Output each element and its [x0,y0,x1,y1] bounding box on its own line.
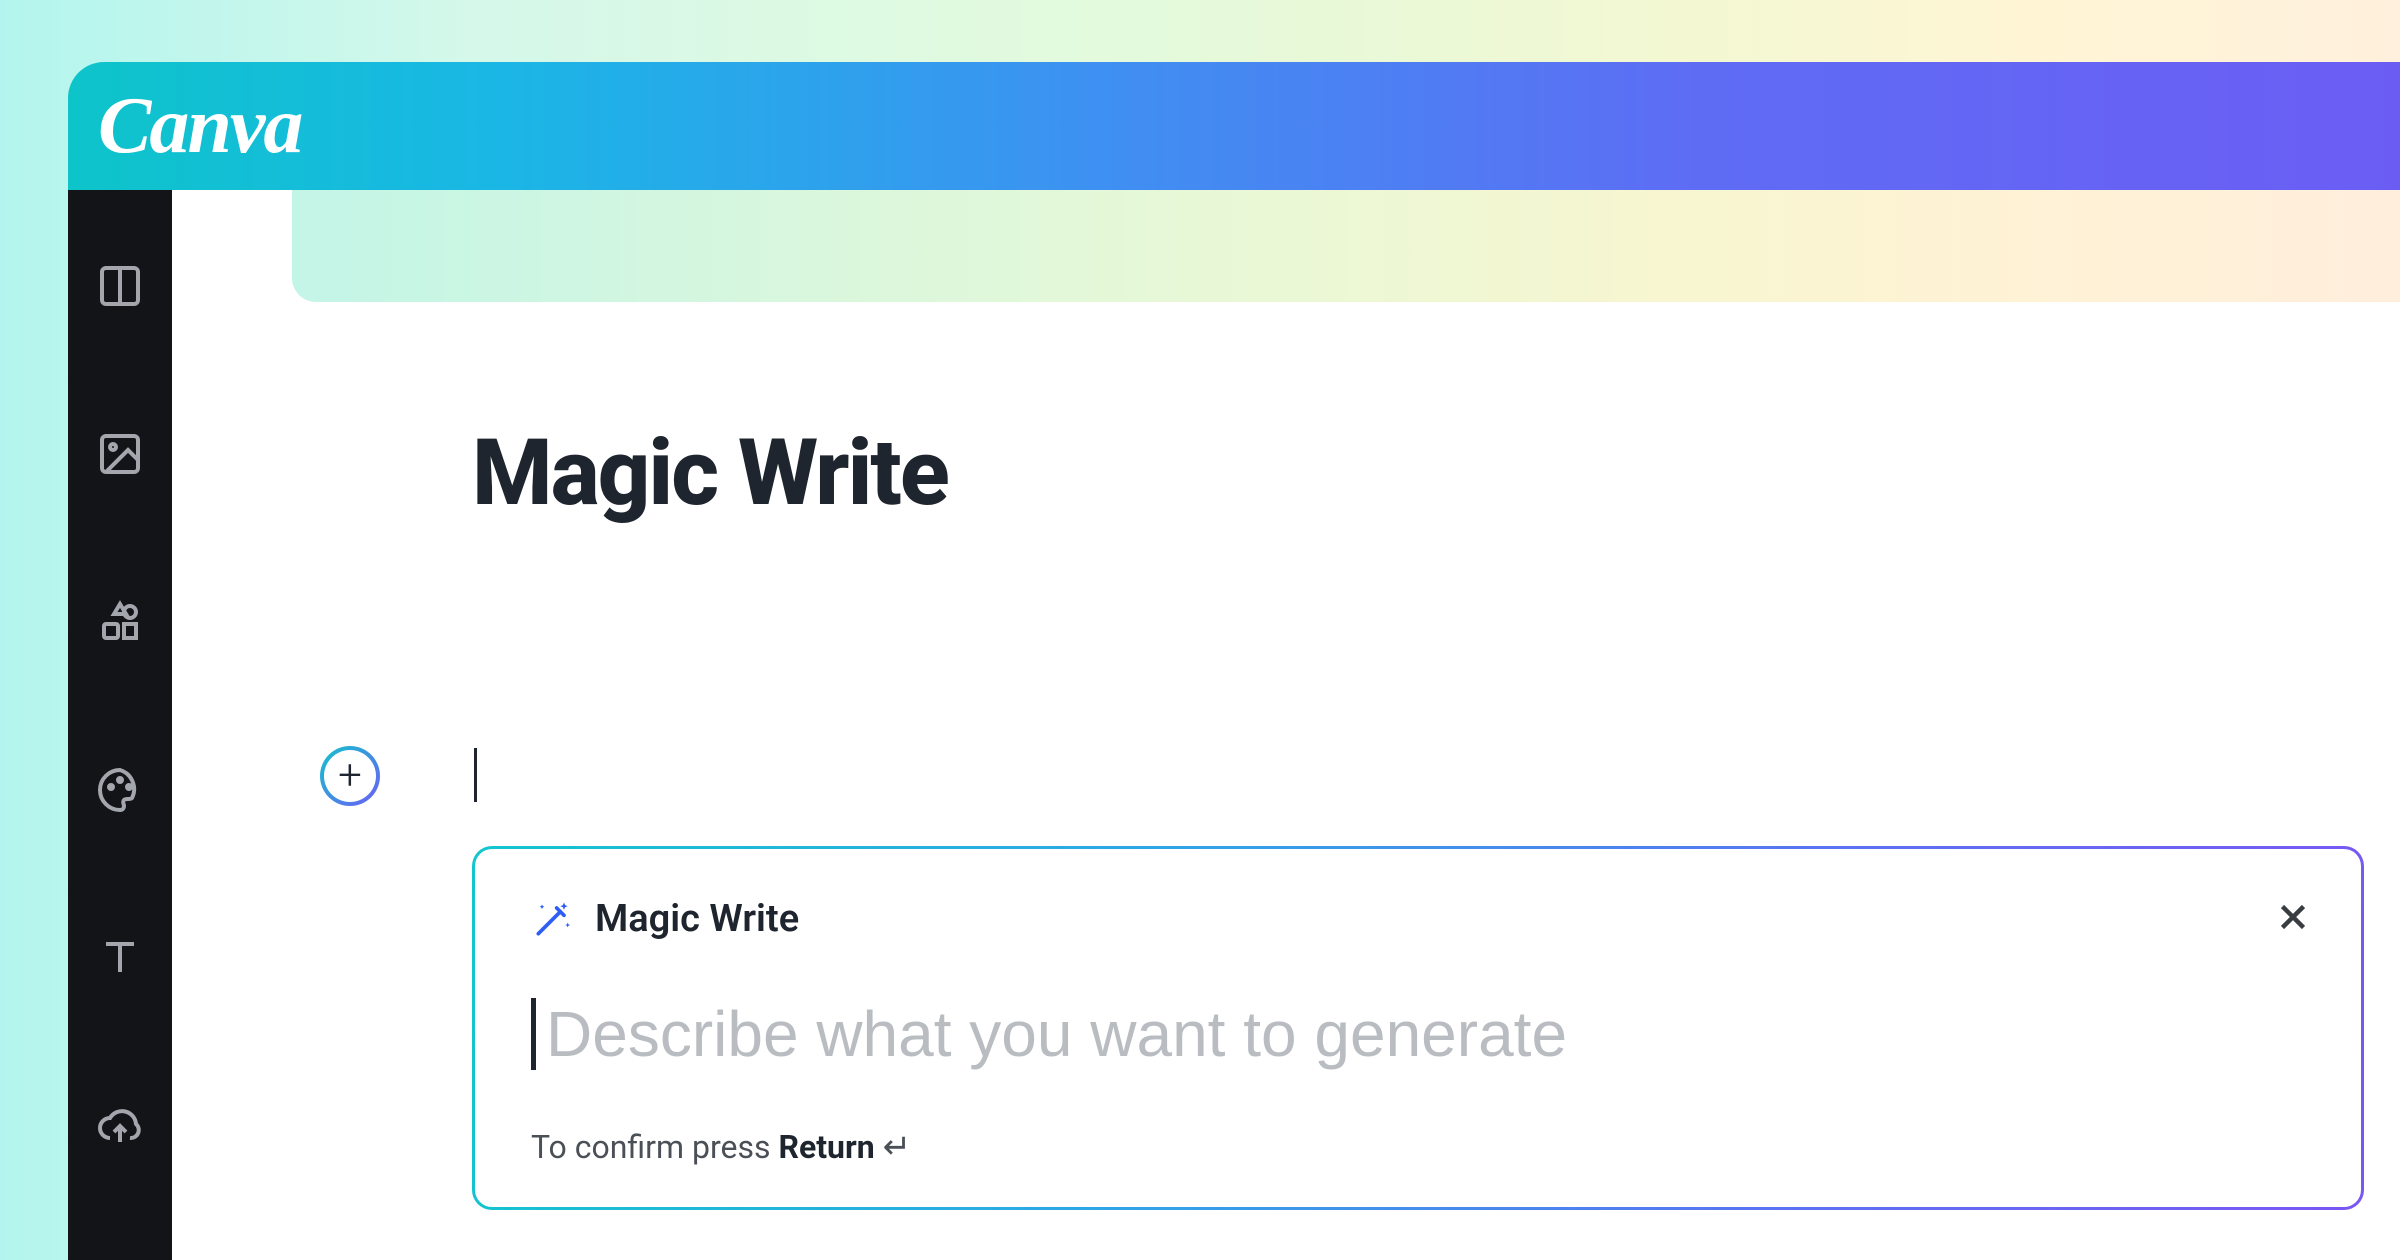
add-block-button[interactable]: + [320,746,380,806]
text-cursor [474,748,477,802]
plus-icon: + [338,755,362,797]
sidebar [68,190,172,1260]
layout-icon[interactable] [96,262,144,310]
confirm-hint: To confirm press Return↵ [531,1127,2305,1167]
hint-prefix: To confirm press [531,1128,778,1166]
magic-write-panel: Magic Write To confirm press Return↵ [472,846,2364,1210]
app-header: Canva [68,62,2400,190]
magic-wand-icon [531,897,575,941]
page-title: Magic Write [472,420,948,527]
magic-write-header: Magic Write [531,897,2305,941]
content-area: Magic Write + [172,190,2400,1260]
canva-logo[interactable]: Canva [98,81,301,172]
magic-write-panel-inner: Magic Write To confirm press Return↵ [475,849,2361,1207]
magic-write-label: Magic Write [595,897,799,941]
input-cursor [531,998,536,1070]
decorative-gradient-strip [292,190,2400,302]
hint-key: Return [778,1128,874,1166]
upload-cloud-icon[interactable] [96,1102,144,1150]
app-window: Canva Magic Write [68,62,2400,1260]
close-button[interactable] [2271,895,2315,939]
shapes-icon[interactable] [96,598,144,646]
image-icon[interactable] [96,430,144,478]
return-icon: ↵ [883,1127,912,1167]
palette-icon[interactable] [96,766,144,814]
magic-write-input-wrap [531,997,2305,1071]
text-icon[interactable] [96,934,144,982]
magic-write-input[interactable] [546,997,2305,1071]
app-body: Magic Write + [68,190,2400,1260]
